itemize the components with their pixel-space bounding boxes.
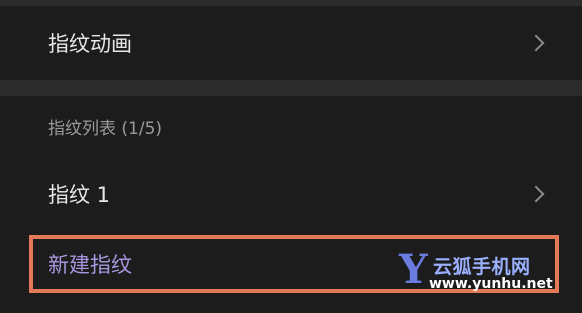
settings-screen: 指纹动画 指纹列表 (1/5) 指纹 1 新建指纹 Y 云狐手机网 www.yu…	[0, 0, 582, 313]
chevron-right-icon	[527, 185, 545, 203]
fingerprint-item-label: 指纹 1	[48, 183, 111, 207]
fingerprint-animation-label: 指纹动画	[48, 32, 132, 56]
watermark: Y 云狐手机网 www.yunhu.net	[399, 248, 564, 296]
new-fingerprint-label: 新建指纹	[48, 253, 132, 277]
watermark-title: 云狐手机网	[433, 256, 531, 278]
watermark-logo: Y	[399, 246, 428, 293]
fingerprint-item-1[interactable]: 指纹 1	[0, 166, 582, 222]
fingerprint-animation-row[interactable]: 指纹动画	[0, 15, 582, 71]
chevron-right-icon	[527, 34, 545, 52]
animation-card: 指纹动画	[0, 6, 582, 80]
watermark-url: www.yunhu.net	[429, 276, 553, 292]
fingerprint-list-header: 指纹列表 (1/5)	[48, 119, 163, 139]
